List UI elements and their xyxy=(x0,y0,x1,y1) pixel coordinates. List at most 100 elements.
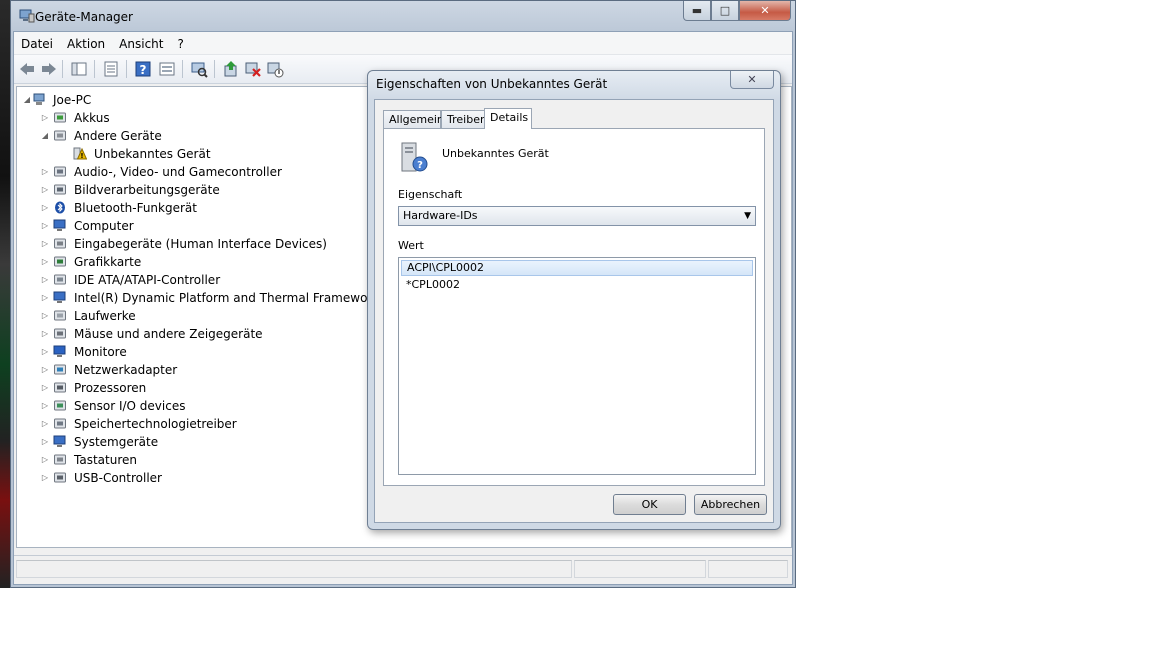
menu-help[interactable]: ? xyxy=(170,32,190,54)
forward-icon[interactable] xyxy=(40,60,58,78)
processor-icon xyxy=(54,382,66,393)
sensor-icon xyxy=(54,400,66,411)
tab-treiber[interactable]: Treiber xyxy=(441,110,485,128)
tree-item-label: Unbekanntes Gerät xyxy=(94,147,211,161)
svg-text:?: ? xyxy=(417,160,423,171)
battery-icon xyxy=(54,112,66,123)
dialog-close-button[interactable]: ✕ xyxy=(730,71,774,89)
usb-icon xyxy=(54,472,66,483)
update-driver-icon[interactable] xyxy=(222,60,240,78)
drive-icon xyxy=(54,310,66,321)
system-device-icon xyxy=(53,435,66,447)
status-cell-2 xyxy=(574,560,706,578)
dialog-title: Eigenschaften von Unbekanntes Gerät xyxy=(376,77,608,91)
details-panel: ? Unbekanntes Gerät Eigenschaft Hardware… xyxy=(383,128,765,486)
tab-details[interactable]: Details xyxy=(484,108,532,129)
tree-item-label: Laufwerke xyxy=(74,309,136,323)
help-icon[interactable]: ? xyxy=(134,60,152,78)
uninstall-icon[interactable] xyxy=(244,60,262,78)
computer-icon xyxy=(53,219,66,231)
expand-icon[interactable]: ▷ xyxy=(41,415,49,433)
minimize-button[interactable]: ▬ xyxy=(683,1,711,21)
view-icon[interactable] xyxy=(158,60,176,78)
tree-item-label: Andere Geräte xyxy=(74,129,162,143)
tree-item-label: Prozessoren xyxy=(74,381,147,395)
collapse-icon[interactable]: ◢ xyxy=(23,91,31,109)
list-item[interactable]: *CPL0002 xyxy=(401,277,753,293)
expand-icon[interactable]: ▷ xyxy=(41,343,49,361)
other-devices-icon xyxy=(54,130,66,141)
list-item[interactable]: ACPI\CPL0002 xyxy=(401,260,753,276)
value-listbox[interactable]: ACPI\CPL0002 *CPL0002 xyxy=(398,257,756,475)
expand-icon[interactable]: ▷ xyxy=(41,199,49,217)
console-tree-icon[interactable] xyxy=(70,60,88,78)
hid-icon xyxy=(54,238,66,249)
menu-aktion[interactable]: Aktion xyxy=(60,32,112,54)
network-icon xyxy=(54,364,66,375)
bluetooth-icon xyxy=(55,201,65,214)
tree-item-label: Monitore xyxy=(74,345,127,359)
tree-item-label: Audio-, Video- und Gamecontroller xyxy=(74,165,282,179)
svg-text:!: ! xyxy=(80,152,83,160)
thermal-icon xyxy=(53,291,66,303)
computer-icon xyxy=(33,93,45,105)
property-dropdown[interactable]: Hardware-IDs ▼ xyxy=(398,206,756,226)
tree-item-label: Eingabegeräte (Human Interface Devices) xyxy=(74,237,327,251)
ok-button[interactable]: OK xyxy=(613,494,686,515)
dialog-body: Allgemein Treiber Details ? Unbekanntes … xyxy=(374,99,774,523)
properties-icon[interactable] xyxy=(102,60,120,78)
close-button[interactable]: ✕ xyxy=(739,1,791,21)
expand-icon[interactable]: ▷ xyxy=(41,397,49,415)
collapse-icon[interactable]: ◢ xyxy=(41,127,49,145)
property-value: Hardware-IDs xyxy=(403,209,478,222)
expand-icon[interactable]: ▷ xyxy=(41,271,49,289)
expand-icon[interactable]: ▷ xyxy=(41,163,49,181)
svg-text:?: ? xyxy=(140,63,147,77)
expand-icon[interactable]: ▷ xyxy=(41,379,49,397)
ide-controller-icon xyxy=(54,274,66,285)
tree-item-label: Netzwerkadapter xyxy=(74,363,178,377)
expand-icon[interactable]: ▷ xyxy=(41,289,49,307)
tree-item-label: Mäuse und andere Zeigegeräte xyxy=(74,327,263,341)
device-manager-icon xyxy=(19,9,35,23)
status-bar xyxy=(14,555,792,584)
back-icon[interactable] xyxy=(18,60,36,78)
expand-icon[interactable]: ▷ xyxy=(41,217,49,235)
tree-item-label: Grafikkarte xyxy=(74,255,142,269)
expand-icon[interactable]: ▷ xyxy=(41,181,49,199)
camera-icon xyxy=(54,184,66,195)
expand-icon[interactable]: ▷ xyxy=(41,433,49,451)
expand-icon[interactable]: ▷ xyxy=(41,253,49,271)
title-bar[interactable]: Geräte-Manager ▬ □ ✕ xyxy=(11,1,795,31)
storage-icon xyxy=(54,418,66,429)
mouse-icon xyxy=(54,328,66,339)
expand-icon[interactable]: ▷ xyxy=(41,361,49,379)
cancel-button[interactable]: Abbrechen xyxy=(694,494,767,515)
expand-icon[interactable]: ▷ xyxy=(41,307,49,325)
maximize-button[interactable]: □ xyxy=(711,1,739,21)
tree-item-label: IDE ATA/ATAPI-Controller xyxy=(74,273,221,287)
disable-icon[interactable] xyxy=(266,60,284,78)
menu-ansicht[interactable]: Ansicht xyxy=(112,32,170,54)
expand-icon[interactable]: ▷ xyxy=(41,325,49,343)
menu-datei[interactable]: Datei xyxy=(14,32,60,54)
properties-dialog: Eigenschaften von Unbekanntes Gerät ✕ Al… xyxy=(367,70,781,530)
unknown-device-warning-icon: ! xyxy=(73,147,87,160)
tab-allgemein[interactable]: Allgemein xyxy=(383,110,444,128)
tree-item-label: Speichertechnologietreiber xyxy=(74,417,237,431)
expand-icon[interactable]: ▷ xyxy=(41,469,49,487)
expand-icon[interactable]: ▷ xyxy=(41,109,49,127)
window-title: Geräte-Manager xyxy=(35,10,133,24)
display-adapter-icon xyxy=(54,256,66,267)
scan-hardware-icon[interactable] xyxy=(190,60,208,78)
monitor-icon xyxy=(53,345,66,357)
expand-icon[interactable]: ▷ xyxy=(41,235,49,253)
tree-item-label: Akkus xyxy=(74,111,110,125)
tree-item-label: Bluetooth-Funkgerät xyxy=(74,201,197,215)
tree-item-label: Sensor I/O devices xyxy=(74,399,186,413)
dropdown-arrow-icon[interactable]: ▼ xyxy=(744,207,751,225)
tree-item-label: USB-Controller xyxy=(74,471,162,485)
unknown-device-icon: ? xyxy=(401,142,428,172)
expand-icon[interactable]: ▷ xyxy=(41,451,49,469)
property-label: Eigenschaft xyxy=(398,188,463,201)
